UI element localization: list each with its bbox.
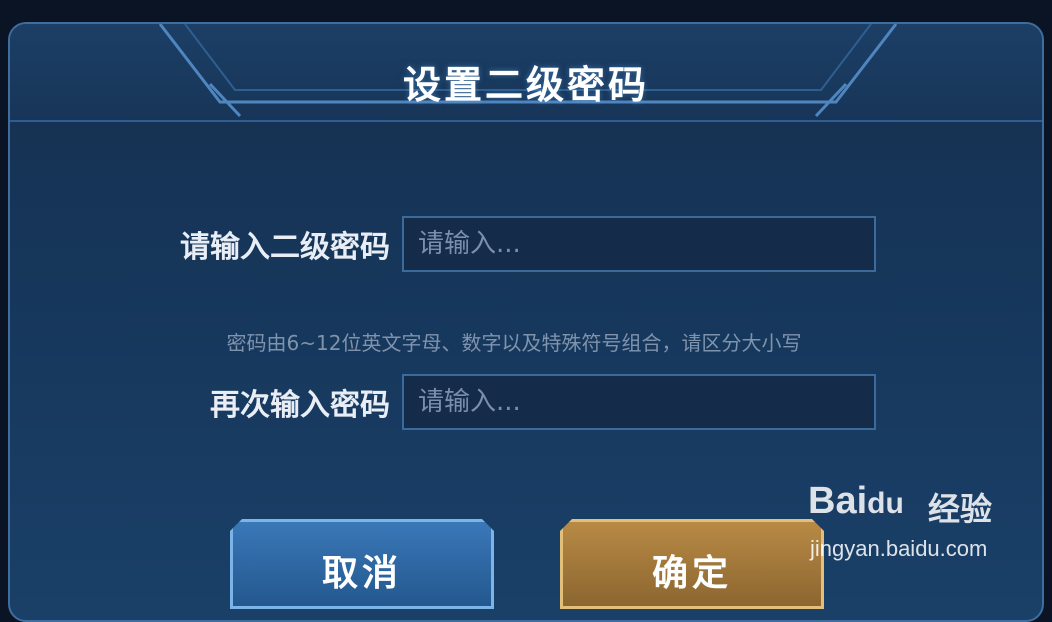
dialog-title: 设置二级密码 [402,63,649,107]
password-input[interactable] [402,216,876,272]
cancel-button[interactable]: 取消 [230,519,494,609]
password-label: 请输入二级密码 [180,230,390,265]
watermark-brand: Baidu [808,480,904,522]
watermark-url: jingyan.baidu.com [810,536,988,561]
dialog-header: 设置二级密码 [10,24,1042,122]
password-hint: 密码由6~12位英文字母、数字以及特殊符号组合，请区分大小写 [226,331,802,355]
confirm-password-label: 再次输入密码 [210,388,390,423]
baidu-jingyan-watermark: Baidu 经验 jingyan.baidu.com [808,478,1018,568]
watermark-suffix: 经验 [928,490,993,528]
confirm-button[interactable]: 确定 [560,519,824,609]
confirm-password-input[interactable] [402,374,876,430]
